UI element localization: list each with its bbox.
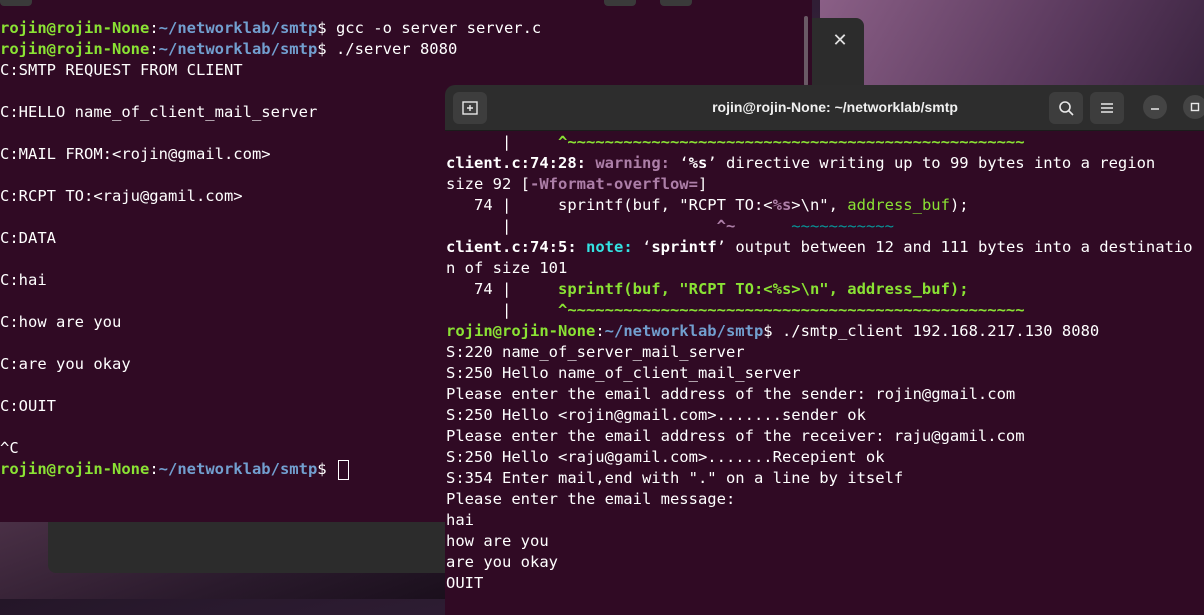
output-line: S:250 Hello <rojin@gmail.com>.......send…: [446, 406, 866, 424]
text-cursor: [337, 459, 349, 480]
prompt-line: rojin@rojin-None:~/networklab/smtp$ ./sm…: [446, 322, 1100, 340]
output-line: Please enter the email address of the se…: [446, 385, 1016, 403]
output-line: S:250 Hello name_of_client_mail_server: [446, 364, 801, 382]
prompt-line: rojin@rojin-None:~/networklab/smtp$ ./se…: [0, 40, 458, 58]
window-edge: [660, 0, 692, 6]
minimize-button[interactable]: [1143, 95, 1167, 119]
compiler-warning: client.c:74:28: warning: ‘%s’ directive …: [446, 154, 1156, 172]
output-line: how are you: [446, 532, 549, 550]
search-button[interactable]: [1049, 92, 1083, 124]
hamburger-icon: [1101, 103, 1113, 113]
output-line: C:how are you: [0, 313, 122, 331]
compiler-note-cont: n of size 101: [446, 259, 568, 277]
menu-button[interactable]: [1090, 92, 1124, 124]
source-line: 74 | sprintf(buf, "RCPT TO:<%s>\n", addr…: [446, 280, 969, 298]
output-line: S:354 Enter mail,end with "." on a line …: [446, 469, 904, 487]
output-line: Please enter the email address of the re…: [446, 427, 1025, 445]
compiler-caret-line: | ^~ ~~~~~~~~~~~: [446, 217, 894, 235]
maximize-button[interactable]: [1183, 95, 1204, 119]
compiler-caret-line: | ^~~~~~~~~~~~~~~~~~~~~~~~~~~~~~~~~~~~~~…: [446, 301, 1025, 319]
output-line: C:MAIL FROM:<rojin@gmail.com>: [0, 145, 271, 163]
output-line: Please enter the email message:: [446, 490, 736, 508]
source-line: 74 | sprintf(buf, "RCPT TO:<%s>\n", addr…: [446, 196, 969, 214]
window-edge: [604, 0, 636, 6]
output-line: are you okay: [446, 553, 558, 571]
output-line: C:HELLO name_of_client_mail_server: [0, 103, 318, 121]
search-icon: [1059, 101, 1074, 116]
output-line: OUIT: [446, 574, 484, 592]
window-edge: [0, 0, 32, 6]
output-line: ^C: [0, 439, 19, 457]
output-line: C:are you okay: [0, 355, 131, 373]
output-line: S:250 Hello <raju@gamil.com>.......Recep…: [446, 448, 885, 466]
output-line: S:220 name_of_server_mail_server: [446, 343, 745, 361]
new-tab-button[interactable]: [453, 92, 487, 124]
maximize-icon: [1190, 102, 1200, 112]
prompt-line[interactable]: rojin@rojin-None:~/networklab/smtp$: [0, 459, 349, 480]
output-line: C:DATA: [0, 229, 56, 247]
output-line: C:SMTP REQUEST FROM CLIENT: [0, 61, 243, 79]
output-line: C:RCPT TO:<raju@gamil.com>: [0, 187, 243, 205]
compiler-warning-cont: size 92 [-Wformat-overflow=]: [446, 175, 708, 193]
output-line: C:hai: [0, 271, 47, 289]
close-icon[interactable]: ✕: [818, 22, 862, 58]
prompt-line: rojin@rojin-None:~/networklab/smtp$ gcc …: [0, 19, 542, 37]
client-terminal[interactable]: rojin@rojin-None: ~/networklab/smtp | ^~…: [445, 85, 1204, 615]
compiler-note: client.c:74:5: note: ‘sprintf’ output be…: [446, 238, 1193, 256]
minimize-icon: [1151, 108, 1159, 110]
compiler-caret-line: | ^~~~~~~~~~~~~~~~~~~~~~~~~~~~~~~~~~~~~~…: [446, 133, 1025, 151]
desktop-wallpaper: [820, 0, 1204, 90]
output-line: hai: [446, 511, 474, 529]
output-line: C:OUIT: [0, 397, 56, 415]
title-bar[interactable]: rojin@rojin-None: ~/networklab/smtp: [445, 85, 1204, 131]
new-tab-icon: [462, 101, 478, 115]
scrollbar[interactable]: [804, 16, 808, 86]
